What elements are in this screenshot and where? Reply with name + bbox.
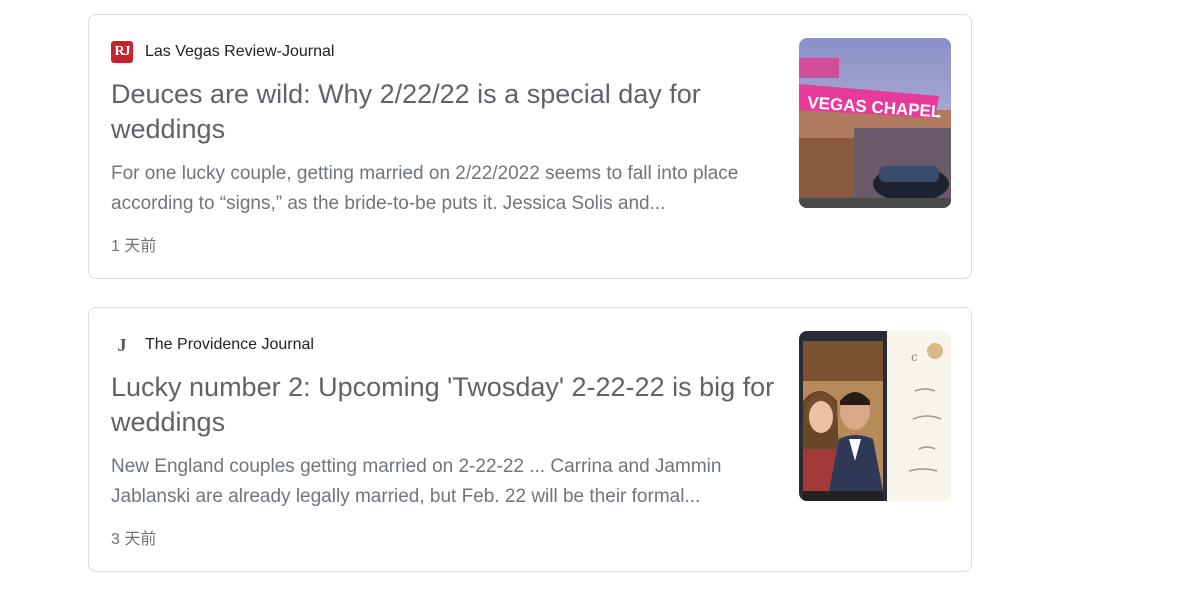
news-headline-link[interactable]: Lucky number 2: Upcoming 'Twosday' 2-22-…: [111, 370, 776, 440]
news-snippet: New England couples getting married on 2…: [111, 456, 722, 507]
news-headline-link[interactable]: Deuces are wild: Why 2/22/22 is a specia…: [111, 77, 776, 147]
news-source[interactable]: J The Providence Journal: [111, 334, 314, 356]
news-thumbnail[interactable]: c: [799, 331, 951, 501]
news-result-card[interactable]: RJ Las Vegas Review-Journal Deuces are w…: [88, 14, 972, 279]
news-source[interactable]: RJ Las Vegas Review-Journal: [111, 41, 334, 63]
source-name: The Providence Journal: [145, 336, 314, 353]
svg-text:c: c: [911, 350, 918, 364]
news-snippet: For one lucky couple, getting married on…: [111, 163, 739, 214]
chapel-photo-image: VEGAS CHAPEL: [799, 38, 951, 208]
news-result-card[interactable]: J The Providence Journal Lucky number 2:…: [88, 307, 972, 572]
source-favicon-icon: J: [111, 334, 133, 356]
news-age: 1 天前: [111, 238, 157, 255]
couple-photo-image: c: [799, 331, 951, 501]
news-thumbnail[interactable]: VEGAS CHAPEL: [799, 38, 951, 208]
news-age: 3 天前: [111, 531, 157, 548]
source-favicon-icon: RJ: [111, 41, 133, 63]
source-name: Las Vegas Review-Journal: [145, 43, 335, 60]
